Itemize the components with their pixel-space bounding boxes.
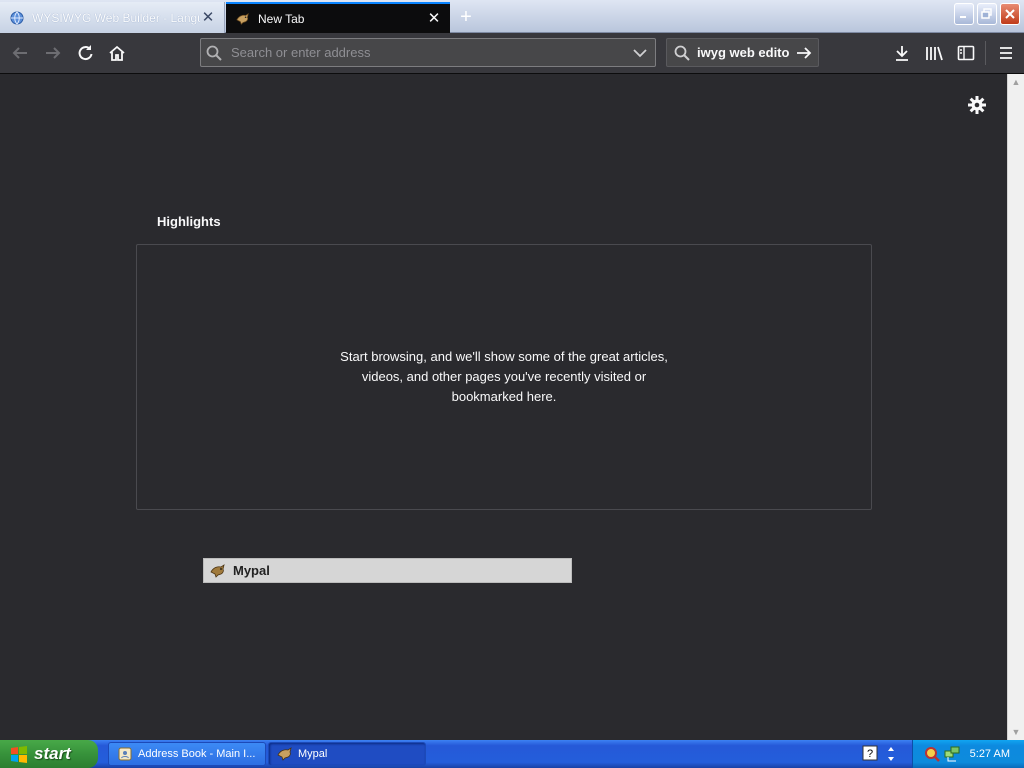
download-icon [896,46,908,61]
empty-state-message: Start browsing, and we'll show some of t… [340,349,668,404]
close-tab-icon[interactable]: ✕ [200,10,216,26]
go-arrow-icon[interactable] [790,46,818,60]
svg-text:?: ? [867,748,873,760]
navigation-toolbar: iwyg web editor [0,33,1024,74]
taskbar-item-address-book[interactable]: Address Book - Main I... [108,742,266,766]
restore-button[interactable] [977,3,997,25]
start-button[interactable]: start [0,740,98,768]
browser-window: WYSIWYG Web Builder - Langua ✕ New Tab ✕… [0,0,1024,740]
windows-logo-icon [10,745,28,763]
chevron-down-icon[interactable] [625,48,655,58]
address-bar[interactable] [200,38,656,67]
sidebar-icon [957,45,975,61]
globe-icon [10,11,24,25]
mypal-logo-icon [236,12,250,26]
address-input[interactable] [227,39,625,66]
tab-title: WYSIWYG Web Builder - Langua [32,10,200,25]
close-window-button[interactable] [1000,3,1020,25]
address-book-icon [117,746,133,762]
back-arrow-icon [12,47,27,59]
magnifier-icon[interactable] [923,745,941,763]
highlights-heading[interactable]: Highlights [157,214,221,229]
reload-button[interactable] [70,39,100,67]
vertical-scrollbar[interactable]: ▲ ▼ [1007,74,1024,740]
menu-button[interactable] [992,39,1020,67]
network-icon[interactable] [943,745,961,763]
new-tab-page: Highlights Start browsing, and we'll sho… [0,74,1007,740]
search-icon [667,45,697,61]
library-button[interactable] [920,39,948,67]
tooltip-text: Mypal [233,563,270,578]
taskbar-item-mypal[interactable]: Mypal [268,742,426,766]
tab-wysiwyg[interactable]: WYSIWYG Web Builder - Langua ✕ [0,2,225,33]
settings-gear-icon[interactable] [966,94,988,116]
forward-arrow-icon [46,47,61,59]
taskbar: start Address Book - Main I... Mypal ? 5… [0,740,1024,768]
taskbar-item-label: Address Book - Main I... [138,748,256,760]
back-button[interactable] [5,39,35,67]
home-icon [109,45,125,61]
sidebar-button[interactable] [952,39,980,67]
close-tab-icon[interactable]: ✕ [426,11,442,27]
search-icon [201,45,227,61]
tooltip: Mypal [203,558,572,583]
library-icon [926,46,943,61]
taskbar-item-label: Mypal [298,748,328,760]
reload-icon [78,45,93,61]
highlights-empty-state: Start browsing, and we'll show some of t… [136,244,872,510]
system-tray: 5:27 AM [912,740,1024,768]
search-bar[interactable]: iwyg web editor [666,38,819,67]
help-icon[interactable]: ? [862,745,880,763]
scroll-up-arrow-icon[interactable]: ▲ [1008,74,1024,90]
forward-button[interactable] [38,39,68,67]
tab-strip: WYSIWYG Web Builder - Langua ✕ New Tab ✕… [0,0,1024,33]
mypal-logo-icon [277,747,293,761]
downloads-button[interactable] [888,39,916,67]
tab-new-tab[interactable]: New Tab ✕ [226,2,450,33]
scroll-down-arrow-icon[interactable]: ▼ [1008,724,1024,740]
search-query: iwyg web editor [697,45,790,60]
tray-arrows-icon[interactable] [884,745,902,763]
clock: 5:27 AM [969,748,1010,760]
start-label: start [34,744,71,763]
hamburger-menu-icon [1000,47,1012,59]
new-tab-button[interactable]: + [452,4,480,30]
tab-title: New Tab [258,11,305,26]
minimize-button[interactable] [954,3,974,25]
toolbar-divider [985,41,986,65]
home-button[interactable] [102,39,132,67]
mypal-logo-icon [209,563,227,578]
